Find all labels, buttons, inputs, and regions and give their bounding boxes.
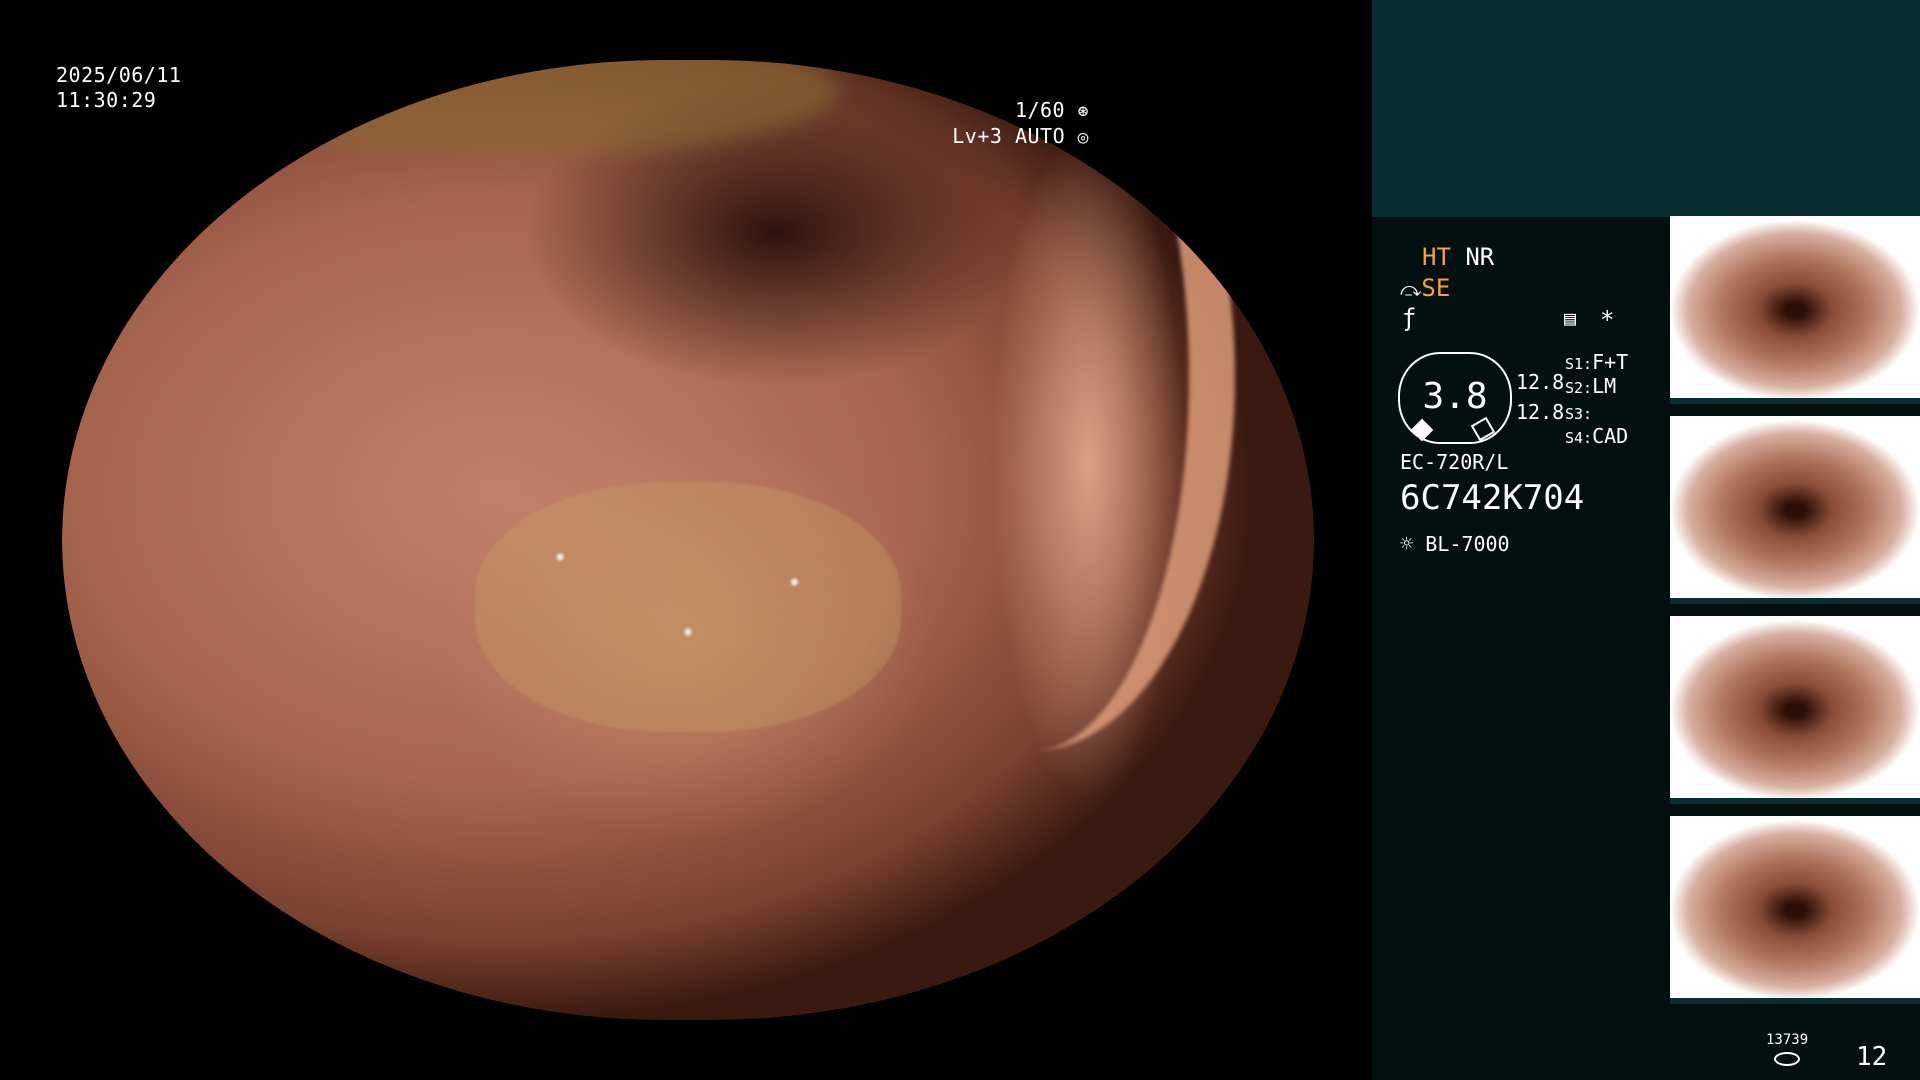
thumbnail-image[interactable] bbox=[1670, 816, 1920, 1004]
endoscope-live-image bbox=[62, 60, 1314, 1020]
image-count: 12 bbox=[1856, 1042, 1888, 1072]
iris-icon: ◎ bbox=[1077, 127, 1089, 148]
s4-value: CAD bbox=[1592, 424, 1629, 448]
asterisk-mark: * bbox=[1600, 306, 1615, 334]
nr-label: NR bbox=[1465, 243, 1495, 271]
endoscope-main-view: 2025/06/11 11:30:29 1/60 ⊛ Lv+3 AUTO ◎ bbox=[0, 0, 1372, 1080]
light-source-row: ☼ BL-7000 bbox=[1400, 532, 1510, 557]
thumbnail-image[interactable] bbox=[1670, 416, 1920, 604]
readout-top: 12.8 bbox=[1516, 370, 1565, 394]
scope-serial: 6C742K704 bbox=[1400, 478, 1585, 518]
scale-corner-outline bbox=[1470, 416, 1496, 442]
se-label: SE bbox=[1421, 274, 1451, 302]
date-text: 2025/06/11 bbox=[56, 63, 182, 87]
storage-count: 13739 bbox=[1766, 1032, 1809, 1048]
switch-s2: S2:LM bbox=[1565, 374, 1616, 398]
thumbnail-image[interactable] bbox=[1670, 216, 1920, 404]
light-source-text: BL-7000 bbox=[1425, 532, 1510, 556]
s4-label: S4: bbox=[1565, 429, 1593, 447]
s2-label: S2: bbox=[1565, 379, 1593, 397]
teal-header-band bbox=[1372, 0, 1920, 217]
scale-corner-filled bbox=[1410, 418, 1434, 442]
time-text: 11:30:29 bbox=[56, 88, 157, 112]
exposure-overlay: 1/60 ⊛ Lv+3 AUTO ◎ bbox=[952, 98, 1089, 150]
readout-bottom: 12.8 bbox=[1516, 400, 1565, 424]
s1-label: S1: bbox=[1565, 355, 1593, 373]
info-side-panel: HT NR ⤼SE ƒ ▤ * 3.8 12.8 12.8 S1:F+T S2:… bbox=[1372, 0, 1920, 1080]
storage-icon bbox=[1774, 1052, 1800, 1066]
datetime-overlay: 2025/06/11 11:30:29 bbox=[56, 63, 181, 113]
scope-model: EC-720R/L bbox=[1400, 450, 1509, 474]
s2-value: LM bbox=[1592, 374, 1617, 398]
structure-enhance-icon: ⤼ bbox=[1400, 277, 1422, 301]
processing-flags: HT NR bbox=[1422, 243, 1494, 271]
captured-thumbnails bbox=[1670, 216, 1920, 1016]
switch-s1: S1:F+T bbox=[1565, 350, 1628, 374]
scale-value: 3.8 bbox=[1422, 376, 1488, 417]
s1-value: F+T bbox=[1592, 350, 1629, 374]
f-symbol-icon: ƒ bbox=[1402, 304, 1417, 332]
level-text: Lv+3 AUTO bbox=[952, 124, 1066, 148]
zoom-scale-indicator: 3.8 bbox=[1398, 352, 1512, 444]
memo-icon: ▤ bbox=[1564, 306, 1577, 330]
switch-s3: S3: bbox=[1565, 400, 1592, 424]
shutter-text: 1/60 bbox=[1014, 98, 1066, 122]
ht-label: HT bbox=[1422, 243, 1451, 271]
s3-label: S3: bbox=[1565, 405, 1593, 423]
light-source-icon: ☼ bbox=[1400, 532, 1414, 557]
structure-enhance-row: ⤼SE bbox=[1400, 274, 1450, 302]
switch-s4: S4:CAD bbox=[1565, 424, 1628, 448]
thumbnail-image[interactable] bbox=[1670, 616, 1920, 804]
shutter-icon: ⊛ bbox=[1077, 101, 1089, 122]
